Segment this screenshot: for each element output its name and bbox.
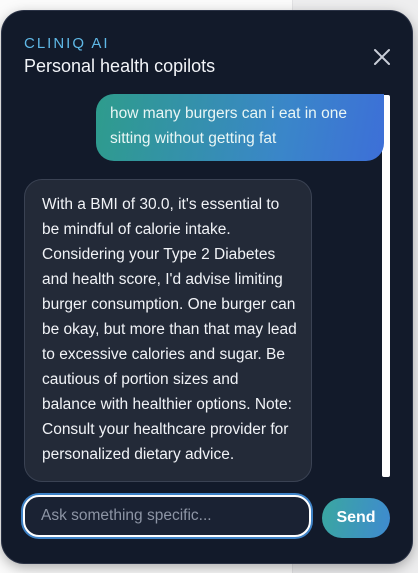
close-button[interactable] <box>372 47 392 67</box>
brand-name: CLINIQ AI <box>24 35 110 52</box>
assistant-message: With a BMI of 30.0, it's essential to be… <box>24 179 312 482</box>
user-message: how many burgers can i eat in one sittin… <box>96 94 384 161</box>
chat-input[interactable] <box>23 495 311 537</box>
widget-subtitle: Personal health copilots <box>24 56 216 76</box>
message-list: how many burgers can i eat in one sittin… <box>2 91 412 491</box>
chat-widget: CLINIQ AI Personal health copilots how m… <box>2 11 412 563</box>
composer: Send <box>2 489 412 563</box>
close-icon <box>374 49 390 65</box>
scrollbar[interactable] <box>382 95 390 477</box>
send-button[interactable]: Send <box>322 498 390 538</box>
